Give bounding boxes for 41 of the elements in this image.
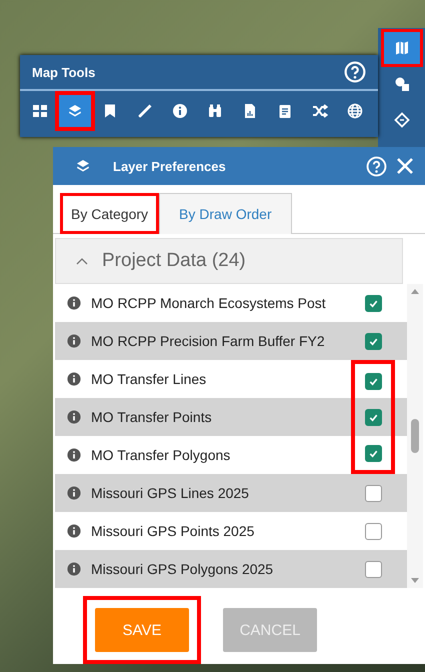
tab[interactable]: By Draw Order <box>159 193 292 234</box>
layer-name: Missouri GPS Polygons 2025 <box>91 561 274 577</box>
layer-checkbox[interactable] <box>364 444 382 462</box>
layer-name: MO RCPP Monarch Ecosystems Post <box>91 295 327 311</box>
layer-name: Missouri GPS Lines 2025 <box>91 485 250 501</box>
layers-icon[interactable] <box>59 95 91 127</box>
info-icon[interactable] <box>67 410 81 424</box>
close-icon[interactable] <box>395 156 415 176</box>
panel-title: Layer Preferences <box>113 158 227 174</box>
layer-name: Missouri GPS Points 2025 <box>91 523 256 539</box>
info-icon[interactable] <box>67 448 81 462</box>
chevron-icon <box>76 257 88 265</box>
info-icon[interactable] <box>67 524 81 538</box>
scrollbar-thumb[interactable] <box>411 419 419 453</box>
help-icon[interactable] <box>366 156 387 176</box>
scroll-up-icon[interactable] <box>410 288 420 294</box>
help-icon[interactable] <box>344 61 366 83</box>
save-button[interactable]: SAVE <box>95 608 189 652</box>
layer-name: MO Transfer Polygons <box>91 447 232 463</box>
layer-name: MO Transfer Points <box>91 409 213 425</box>
layer-checkbox[interactable] <box>364 332 382 350</box>
layers-icon <box>75 158 91 174</box>
info-icon[interactable] <box>67 334 81 348</box>
scrollbar-track[interactable] <box>407 284 423 588</box>
panel-title: Map Tools <box>32 64 96 80</box>
info-icon[interactable] <box>67 562 81 576</box>
info-icon[interactable] <box>67 372 81 386</box>
layer-checkbox[interactable] <box>364 484 382 502</box>
layer-name: MO RCPP Precision Farm Buffer FY2 <box>91 333 326 349</box>
layer-checkbox[interactable] <box>364 560 382 578</box>
scroll-down-icon[interactable] <box>410 578 420 584</box>
layer-checkbox[interactable] <box>364 294 382 312</box>
layer-checkbox[interactable] <box>364 408 382 426</box>
layer-name: MO Transfer Lines <box>91 371 208 387</box>
info-icon[interactable] <box>67 296 81 310</box>
category-header[interactable]: Project Data (24) <box>55 238 403 284</box>
tab[interactable]: By Category <box>60 193 160 234</box>
layer-checkbox[interactable] <box>364 372 382 390</box>
info-icon[interactable] <box>67 486 81 500</box>
layer-checkbox[interactable] <box>364 522 382 540</box>
map-icon[interactable] <box>384 32 420 64</box>
